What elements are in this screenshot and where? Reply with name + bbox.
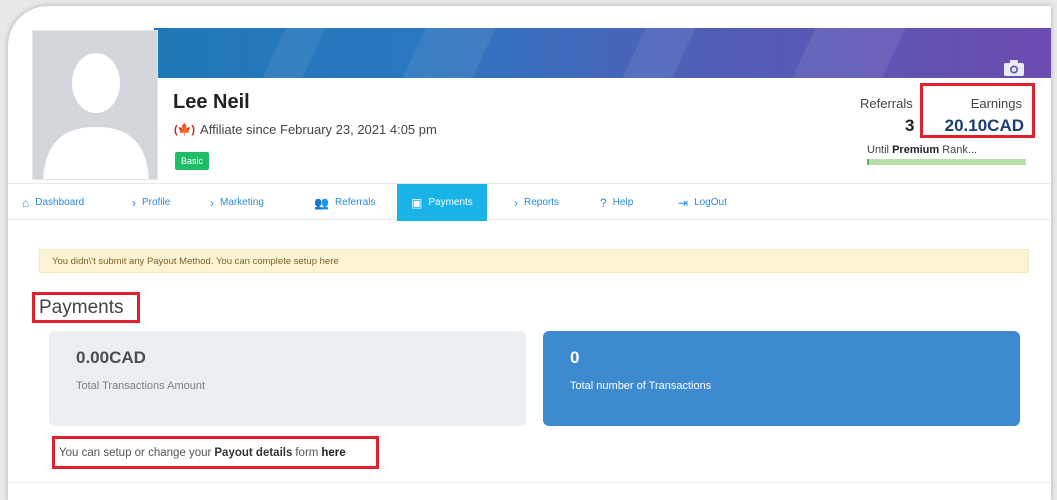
affiliate-since-text: Affiliate since February 23, 2021 4:05 p… <box>200 122 437 137</box>
main-nav: ⌂ Dashboard › Profile › Marketing 👥 Refe… <box>8 183 1051 221</box>
payout-setup-link[interactable]: here <box>321 447 345 459</box>
earnings-label: Earnings <box>970 96 1022 111</box>
payout-warning[interactable]: You didn\'t submit any Payout Method. Yo… <box>39 249 1029 273</box>
camera-icon[interactable] <box>1004 60 1024 76</box>
chevron-right-icon: › <box>210 195 214 210</box>
rank-progress-bar <box>867 159 1026 165</box>
profile-name: Lee Neil <box>173 91 250 113</box>
referrals-value: 3 <box>905 116 915 135</box>
canada-flag-icon: (🍁) <box>174 124 196 136</box>
user-silhouette-icon <box>43 53 149 179</box>
nav-dashboard[interactable]: ⌂ Dashboard <box>22 184 84 221</box>
profile-card: Lee Neil (🍁) Affiliate since February 23… <box>8 6 1051 500</box>
logout-icon: ⇥ <box>678 195 689 210</box>
money-icon: ▣ <box>411 195 423 210</box>
cover-banner <box>154 28 1051 78</box>
chevron-right-icon: › <box>514 195 518 210</box>
question-icon: ? <box>600 195 607 210</box>
transactions-count-tile: 0 Total number of Transactions <box>543 331 1020 426</box>
chevron-right-icon: › <box>132 195 136 210</box>
page-title: Payments <box>39 297 124 318</box>
nav-help[interactable]: ? Help <box>600 184 633 221</box>
nav-payments[interactable]: ▣ Payments <box>397 184 487 221</box>
users-icon: 👥 <box>314 195 329 210</box>
earnings-highlight: Earnings 20.10CAD <box>920 83 1035 138</box>
divider <box>8 482 1051 483</box>
avatar[interactable] <box>32 30 158 180</box>
nav-logout[interactable]: ⇥ LogOut <box>678 184 727 221</box>
rank-progress-fill <box>867 159 869 165</box>
transactions-amount-label: Total Transactions Amount <box>76 380 206 392</box>
affiliate-since: (🍁) Affiliate since February 23, 2021 4:… <box>174 122 437 137</box>
rank-badge: Basic <box>175 152 210 170</box>
payout-setup-note: You can setup or change your Payout deta… <box>52 436 379 469</box>
transactions-amount-value: 0.00CAD <box>76 348 146 367</box>
nav-referrals[interactable]: 👥 Referrals <box>314 184 376 221</box>
nav-reports[interactable]: › Reports <box>514 184 559 221</box>
rank-progress-text: Until Premium Rank... <box>867 144 978 156</box>
nav-profile[interactable]: › Profile <box>132 184 170 221</box>
transactions-count-value: 0 <box>570 348 580 367</box>
referrals-label: Referrals <box>860 96 913 111</box>
transactions-amount-tile: 0.00CAD Total Transactions Amount <box>49 331 526 426</box>
transactions-count-label: Total number of Transactions <box>570 380 712 392</box>
page-title-highlight: Payments <box>32 292 140 323</box>
nav-marketing[interactable]: › Marketing <box>210 184 264 221</box>
home-icon: ⌂ <box>22 195 30 210</box>
earnings-value: 20.10CAD <box>944 116 1024 135</box>
